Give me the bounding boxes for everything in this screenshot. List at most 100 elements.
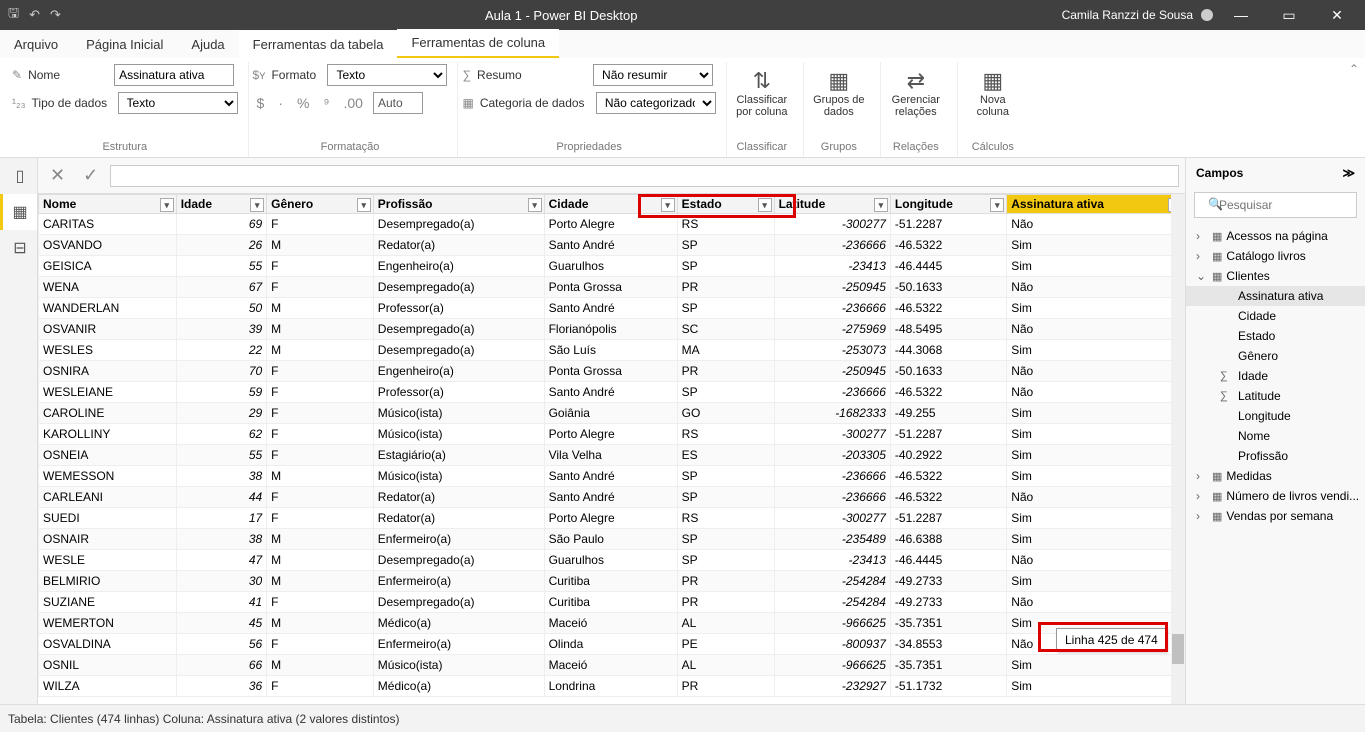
cell[interactable]: Professor(a) bbox=[373, 298, 544, 319]
table-row[interactable]: OSVANIR39MDesempregado(a)FlorianópolisSC… bbox=[39, 319, 1185, 340]
table-row[interactable]: WESLES22MDesempregado(a)São LuísMA-25307… bbox=[39, 340, 1185, 361]
formula-input[interactable] bbox=[110, 165, 1179, 187]
percent-icon[interactable]: % bbox=[293, 95, 313, 111]
cell[interactable]: -300277 bbox=[774, 214, 890, 235]
cell[interactable]: -51.2287 bbox=[890, 214, 1006, 235]
cell[interactable]: Porto Alegre bbox=[544, 424, 677, 445]
cell[interactable]: Sim bbox=[1007, 655, 1185, 676]
cell[interactable]: M bbox=[267, 571, 374, 592]
tree-node[interactable]: ›▦Vendas por semana bbox=[1186, 506, 1365, 526]
cell[interactable]: 30 bbox=[176, 571, 266, 592]
cell[interactable]: F bbox=[267, 256, 374, 277]
column-header[interactable]: Latitude▾ bbox=[774, 195, 890, 214]
cell[interactable]: 69 bbox=[176, 214, 266, 235]
cell[interactable]: Enfermeiro(a) bbox=[373, 571, 544, 592]
table-row[interactable]: OSNIL66MMúsico(ista)MaceióAL-966625-35.7… bbox=[39, 655, 1185, 676]
categoria-select[interactable]: Não categorizado bbox=[596, 92, 716, 114]
cell[interactable]: -300277 bbox=[774, 508, 890, 529]
cell[interactable]: Não bbox=[1007, 361, 1185, 382]
cell[interactable]: -250945 bbox=[774, 361, 890, 382]
cell[interactable]: Não bbox=[1007, 214, 1185, 235]
table-row[interactable]: CAROLINE29FMúsico(ista)GoiâniaGO-1682333… bbox=[39, 403, 1185, 424]
cell[interactable]: Redator(a) bbox=[373, 487, 544, 508]
cell[interactable]: -250945 bbox=[774, 277, 890, 298]
table-row[interactable]: GEISICA55FEngenheiro(a)GuarulhosSP-23413… bbox=[39, 256, 1185, 277]
data-view-button[interactable]: ▦ bbox=[0, 194, 37, 230]
cell[interactable]: Desempregado(a) bbox=[373, 592, 544, 613]
cell[interactable]: 45 bbox=[176, 613, 266, 634]
cell[interactable]: SP bbox=[677, 298, 774, 319]
cell[interactable]: SP bbox=[677, 466, 774, 487]
table-row[interactable]: CARLEANI44FRedator(a)Santo AndréSP-23666… bbox=[39, 487, 1185, 508]
cell[interactable]: -46.4445 bbox=[890, 550, 1006, 571]
cell[interactable]: -235489 bbox=[774, 529, 890, 550]
cell[interactable]: Sim bbox=[1007, 508, 1185, 529]
cell[interactable]: -34.8553 bbox=[890, 634, 1006, 655]
cell[interactable]: 55 bbox=[176, 445, 266, 466]
cell[interactable]: -23413 bbox=[774, 550, 890, 571]
cell[interactable]: -275969 bbox=[774, 319, 890, 340]
vertical-scrollbar[interactable] bbox=[1171, 194, 1185, 704]
cell[interactable]: F bbox=[267, 445, 374, 466]
filter-icon[interactable]: ▾ bbox=[528, 198, 542, 212]
cell[interactable]: M bbox=[267, 655, 374, 676]
cell[interactable]: Olinda bbox=[544, 634, 677, 655]
cell[interactable]: F bbox=[267, 634, 374, 655]
cell[interactable]: PR bbox=[677, 571, 774, 592]
cell[interactable]: GO bbox=[677, 403, 774, 424]
undo-icon[interactable]: ↶ bbox=[29, 7, 40, 23]
cell[interactable]: Não bbox=[1007, 382, 1185, 403]
column-header[interactable]: Gênero▾ bbox=[267, 195, 374, 214]
cell[interactable]: F bbox=[267, 277, 374, 298]
grupos-button[interactable]: ▦Grupos de dados bbox=[808, 64, 870, 118]
column-header[interactable]: Profissão▾ bbox=[373, 195, 544, 214]
thousand-icon[interactable]: ⁹ bbox=[319, 95, 333, 111]
cell[interactable]: Florianópolis bbox=[544, 319, 677, 340]
expand-icon[interactable]: ≫ bbox=[1342, 166, 1355, 180]
cell[interactable]: PR bbox=[677, 277, 774, 298]
cell[interactable]: 44 bbox=[176, 487, 266, 508]
cell[interactable]: OSNAIR bbox=[39, 529, 177, 550]
cell[interactable]: Maceió bbox=[544, 613, 677, 634]
cell[interactable]: 59 bbox=[176, 382, 266, 403]
cell[interactable]: Não bbox=[1007, 319, 1185, 340]
field-item[interactable]: Nome bbox=[1186, 426, 1365, 446]
cell[interactable]: -40.2922 bbox=[890, 445, 1006, 466]
minimize-button[interactable]: — bbox=[1221, 7, 1261, 23]
cell[interactable]: OSVANDO bbox=[39, 235, 177, 256]
cell[interactable]: 66 bbox=[176, 655, 266, 676]
cell[interactable]: OSVANIR bbox=[39, 319, 177, 340]
cell[interactable]: Goiânia bbox=[544, 403, 677, 424]
cell[interactable]: -51.2287 bbox=[890, 508, 1006, 529]
table-row[interactable]: OSNEIA55FEstagiário(a)Vila VelhaES-20330… bbox=[39, 445, 1185, 466]
cell[interactable]: Ponta Grossa bbox=[544, 277, 677, 298]
cell[interactable]: SP bbox=[677, 382, 774, 403]
classificar-button[interactable]: ⇅Classificar por coluna bbox=[731, 64, 793, 118]
cell[interactable]: F bbox=[267, 424, 374, 445]
cell[interactable]: 41 bbox=[176, 592, 266, 613]
cell[interactable]: -300277 bbox=[774, 424, 890, 445]
cell[interactable]: WESLEIANE bbox=[39, 382, 177, 403]
relacoes-button[interactable]: ⇄Gerenciar relações bbox=[885, 64, 947, 118]
cell[interactable]: F bbox=[267, 676, 374, 697]
column-header[interactable]: Cidade▾ bbox=[544, 195, 677, 214]
cell[interactable]: Estagiário(a) bbox=[373, 445, 544, 466]
table-row[interactable]: BELMIRIO30MEnfermeiro(a)CuritibaPR-25428… bbox=[39, 571, 1185, 592]
tree-node[interactable]: ⌄▦Clientes bbox=[1186, 266, 1365, 286]
cell[interactable]: BELMIRIO bbox=[39, 571, 177, 592]
cell[interactable]: Redator(a) bbox=[373, 508, 544, 529]
cell[interactable]: Londrina bbox=[544, 676, 677, 697]
cell[interactable]: Ponta Grossa bbox=[544, 361, 677, 382]
cell[interactable]: CARITAS bbox=[39, 214, 177, 235]
cell[interactable]: São Luís bbox=[544, 340, 677, 361]
cell[interactable]: 70 bbox=[176, 361, 266, 382]
column-header[interactable]: Nome▾ bbox=[39, 195, 177, 214]
cell[interactable]: Sim bbox=[1007, 235, 1185, 256]
tab-ferramentas-coluna[interactable]: Ferramentas de coluna bbox=[397, 29, 559, 59]
cell[interactable]: OSNIRA bbox=[39, 361, 177, 382]
cell[interactable]: WEMERTON bbox=[39, 613, 177, 634]
cell[interactable]: Guarulhos bbox=[544, 550, 677, 571]
cell[interactable]: Santo André bbox=[544, 235, 677, 256]
filter-icon[interactable]: ▾ bbox=[874, 198, 888, 212]
cell[interactable]: Médico(a) bbox=[373, 676, 544, 697]
